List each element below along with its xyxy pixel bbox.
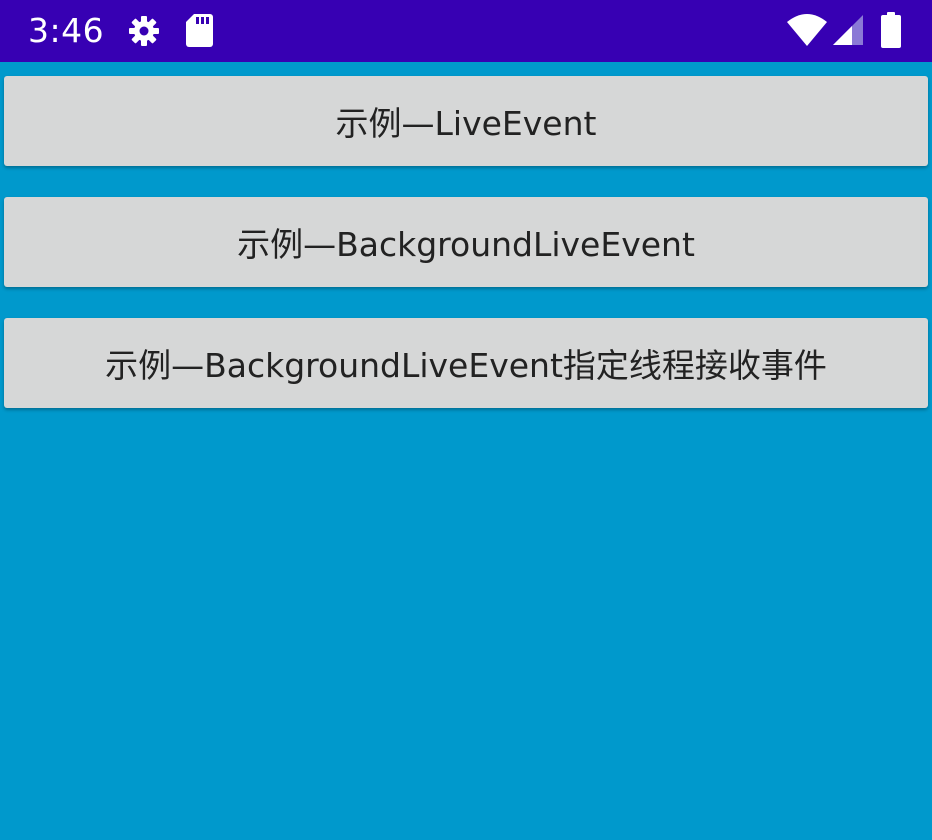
signal-icon <box>833 15 863 45</box>
wifi-icon <box>787 14 827 46</box>
background-liveevent-example-button[interactable]: 示例—BackgroundLiveEvent <box>4 197 928 287</box>
status-bar: 3:46 <box>0 0 932 62</box>
background-liveevent-thread-example-button[interactable]: 示例—BackgroundLiveEvent指定线程接收事件 <box>4 318 928 408</box>
battery-icon <box>881 12 901 48</box>
status-time: 3:46 <box>28 11 105 50</box>
gear-icon <box>129 16 159 46</box>
app-screen: 3:46 示例—LiveEvent 示例—BackgroundLiveEvent… <box>0 0 932 840</box>
liveevent-example-button[interactable]: 示例—LiveEvent <box>4 76 928 166</box>
sd-card-icon <box>186 14 213 47</box>
